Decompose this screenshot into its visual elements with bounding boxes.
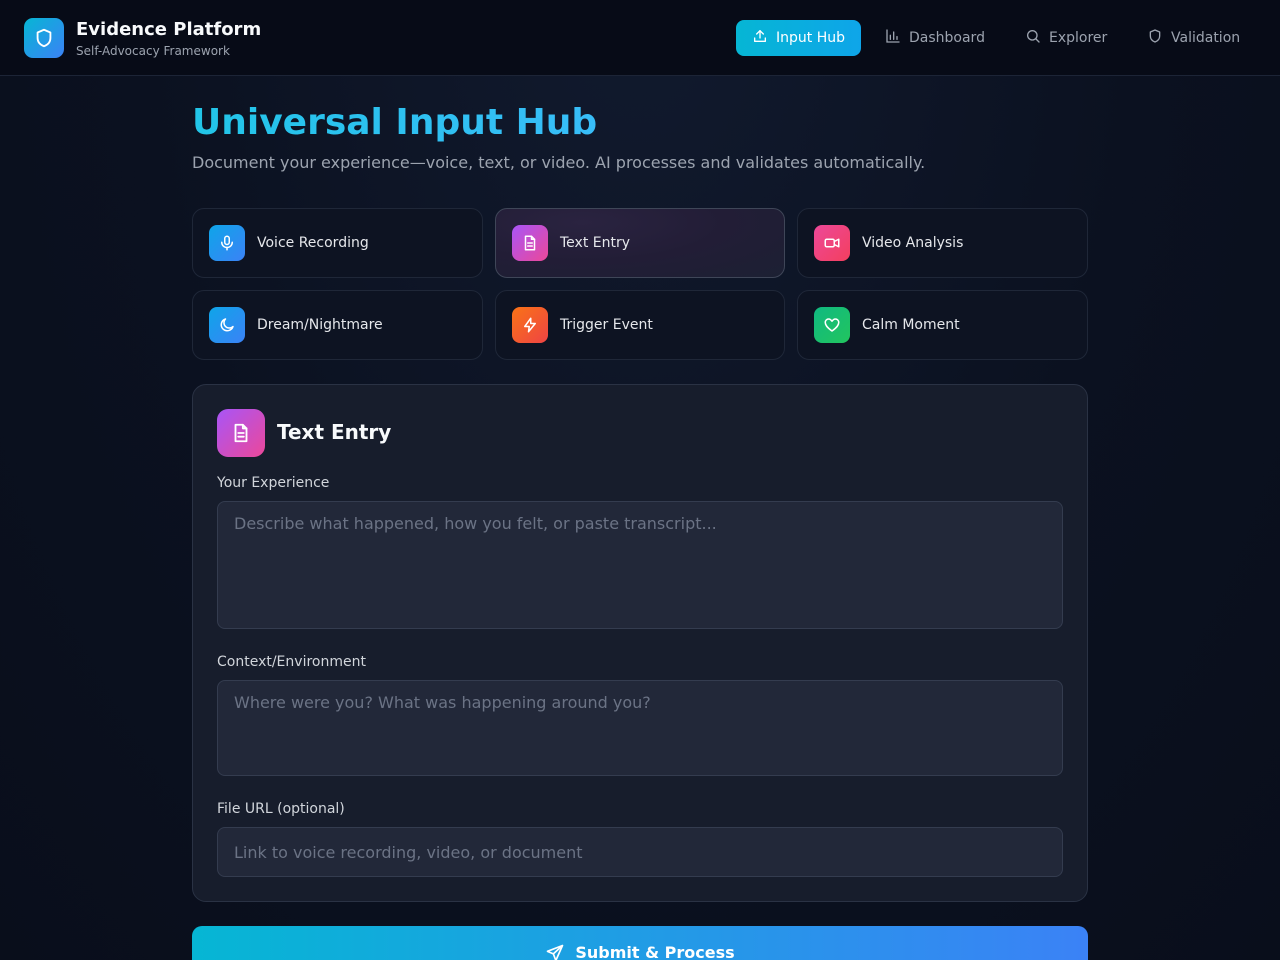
upload-icon (752, 28, 768, 48)
input-type-voice-recording[interactable]: Voice Recording (192, 208, 483, 278)
page-title: Universal Input Hub (192, 102, 598, 143)
text-entry-form: Text Entry Your Experience Context/Envir… (192, 384, 1088, 902)
input-type-calm-moment[interactable]: Calm Moment (797, 290, 1088, 360)
context-textarea[interactable] (217, 680, 1063, 776)
form-title: Text Entry (277, 420, 392, 444)
card-label: Trigger Event (560, 317, 653, 333)
card-label: Dream/Nightmare (257, 317, 383, 333)
file-url-label: File URL (optional) (217, 801, 345, 817)
nav-label: Explorer (1049, 30, 1108, 46)
microphone-icon (209, 225, 245, 261)
nav-input-hub[interactable]: Input Hub (736, 20, 861, 56)
document-icon (512, 225, 548, 261)
file-url-input[interactable] (217, 827, 1063, 877)
document-icon (217, 409, 265, 457)
search-icon (1025, 28, 1041, 48)
nav-label: Dashboard (909, 30, 985, 46)
card-label: Calm Moment (862, 317, 960, 333)
app-subtitle: Self-Advocacy Framework (76, 44, 230, 58)
input-type-dream-nightmare[interactable]: Dream/Nightmare (192, 290, 483, 360)
page-description: Document your experience—voice, text, or… (192, 153, 926, 172)
input-type-trigger-event[interactable]: Trigger Event (495, 290, 785, 360)
experience-textarea[interactable] (217, 501, 1063, 629)
moon-icon (209, 307, 245, 343)
bar-chart-icon (885, 28, 901, 48)
top-header: Evidence Platform Self-Advocacy Framewor… (0, 0, 1280, 76)
card-label: Video Analysis (862, 235, 964, 251)
nav-dashboard[interactable]: Dashboard (885, 20, 985, 56)
video-icon (814, 225, 850, 261)
submit-button[interactable]: Submit & Process (192, 926, 1088, 960)
submit-label: Submit & Process (575, 943, 735, 960)
nav-explorer[interactable]: Explorer (1025, 20, 1107, 56)
card-label: Voice Recording (257, 235, 369, 251)
nav-validation[interactable]: Validation (1147, 20, 1240, 56)
shield-icon (1147, 28, 1163, 48)
card-label: Text Entry (560, 235, 631, 251)
heart-icon (814, 307, 850, 343)
send-icon (545, 943, 565, 960)
input-type-text-entry[interactable]: Text Entry (495, 208, 785, 278)
app-title: Evidence Platform (76, 19, 262, 40)
context-label: Context/Environment (217, 654, 366, 670)
shield-icon (24, 18, 64, 58)
nav-label: Validation (1171, 30, 1241, 46)
nav-label: Input Hub (776, 30, 845, 46)
lightning-icon (512, 307, 548, 343)
experience-label: Your Experience (217, 475, 330, 491)
input-type-video-analysis[interactable]: Video Analysis (797, 208, 1088, 278)
